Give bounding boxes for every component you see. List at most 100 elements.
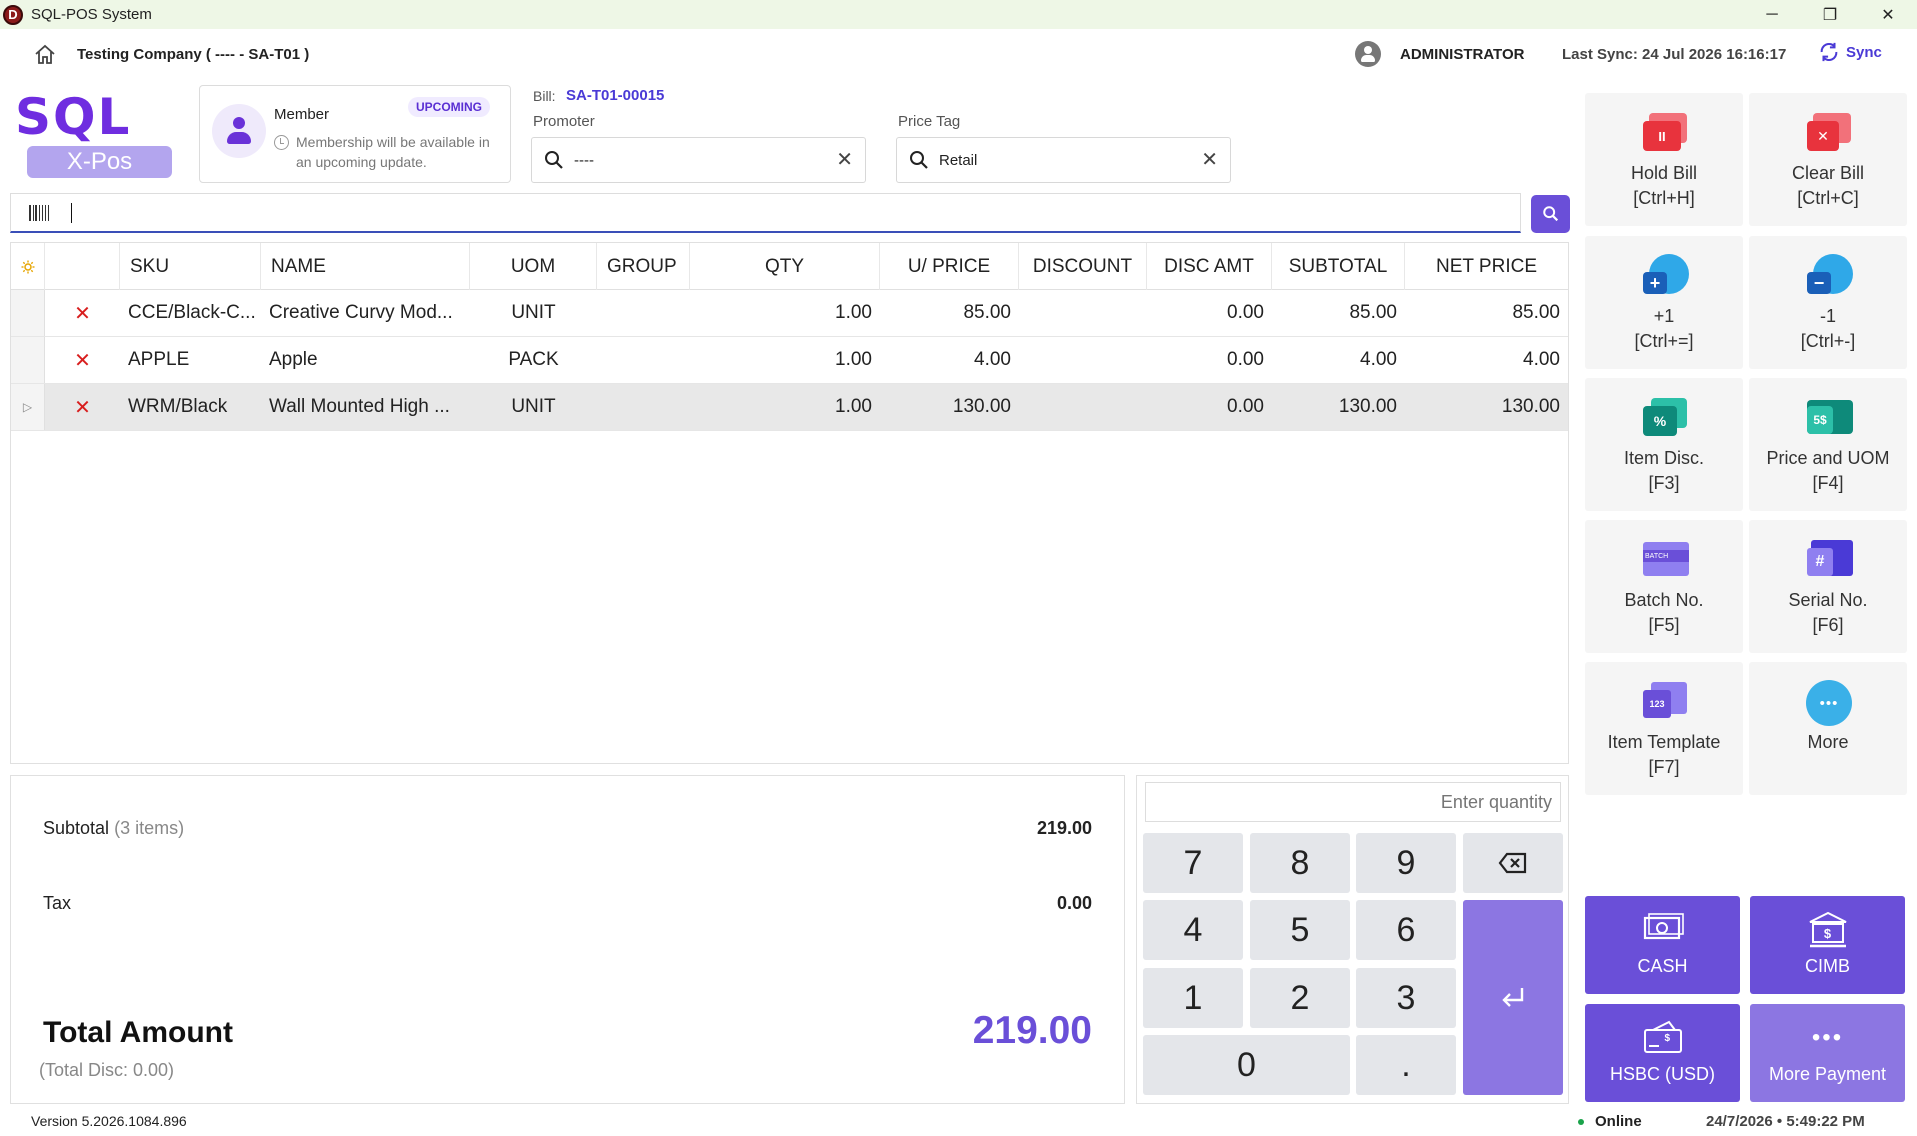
home-icon[interactable] xyxy=(33,43,57,67)
online-status-icon xyxy=(1578,1119,1584,1125)
pay-hsbc-usd-button[interactable]: $ HSBC (USD) xyxy=(1585,1004,1740,1102)
column-group[interactable]: GROUP xyxy=(597,243,690,290)
current-datetime: 24/7/2026 • 5:49:22 PM xyxy=(1706,1113,1865,1130)
version-text: Version 5.2026.1084.896 xyxy=(31,1113,187,1129)
price-tag-field[interactable]: Retail ✕ xyxy=(896,137,1231,183)
key-5[interactable]: 5 xyxy=(1250,900,1350,960)
hold-bill-label: Hold Bill [Ctrl+H] xyxy=(1630,163,1698,208)
cell-subtotal: 85.00 xyxy=(1349,302,1397,323)
delete-row-icon[interactable]: ✕ xyxy=(74,395,91,420)
table-row[interactable]: ✕ APPLE Apple PACK 1.00 4.00 0.00 4.00 4… xyxy=(11,337,1568,384)
clear-bill-label: Clear Bill [Ctrl+C] xyxy=(1791,163,1865,208)
price-uom-button[interactable]: 5$ Price and UOM [F4] xyxy=(1749,378,1907,511)
scan-search-button[interactable] xyxy=(1531,195,1570,233)
plus-one-button[interactable]: + +1 [Ctrl+=] xyxy=(1585,236,1743,369)
cell-group xyxy=(597,290,690,336)
sync-label: Sync xyxy=(1846,43,1882,61)
more-payment-button[interactable]: ••• More Payment xyxy=(1750,1004,1905,1102)
key-2[interactable]: 2 xyxy=(1250,968,1350,1028)
title-bar: D SQL-POS System ─ ❐ ✕ xyxy=(0,0,1917,29)
cell-uom: UNIT xyxy=(511,396,556,417)
user-name[interactable]: ADMINISTRATOR xyxy=(1400,46,1524,63)
cell-sku: APPLE xyxy=(128,349,190,370)
delete-row-icon[interactable]: ✕ xyxy=(74,301,91,326)
column-delete xyxy=(45,243,120,290)
price-uom-label: Price and UOM [F4] xyxy=(1766,448,1890,493)
pay-cimb-button[interactable]: $ CIMB xyxy=(1750,896,1905,994)
promoter-clear-icon[interactable]: ✕ xyxy=(836,150,853,170)
serial-no-button[interactable]: # Serial No. [F6] xyxy=(1749,520,1907,653)
minus-one-button[interactable]: − -1 [Ctrl+-] xyxy=(1749,236,1907,369)
column-settings-icon[interactable] xyxy=(11,243,45,290)
numpad: 7 8 9 4 5 6 1 2 3 0 . xyxy=(1136,775,1569,1104)
user-avatar[interactable] xyxy=(1355,41,1381,67)
row-selector[interactable]: ▷ xyxy=(11,384,45,430)
clear-bill-button[interactable]: ✕ Clear Bill [Ctrl+C] xyxy=(1749,93,1907,226)
window-title: SQL-POS System xyxy=(31,6,152,23)
price-tag-clear-icon[interactable]: ✕ xyxy=(1201,150,1218,170)
promoter-field[interactable]: ---- ✕ xyxy=(531,137,866,183)
subtotal-label: Subtotal (3 items) xyxy=(43,818,185,838)
cell-disc-amt: 0.00 xyxy=(1227,349,1264,370)
text-caret xyxy=(71,203,72,223)
column-qty[interactable]: QTY xyxy=(690,243,880,290)
member-title: Member xyxy=(274,106,330,123)
app-logo-icon: D xyxy=(3,4,23,25)
column-uom[interactable]: UOM xyxy=(470,243,597,290)
search-icon xyxy=(910,151,928,169)
last-sync-text: Last Sync: 24 Jul 2026 16:16:17 xyxy=(1562,46,1787,63)
backspace-key[interactable] xyxy=(1463,833,1563,893)
batch-no-label: Batch No. [F5] xyxy=(1624,590,1704,635)
sync-button[interactable]: Sync xyxy=(1818,41,1882,63)
table-row-selected[interactable]: ▷ ✕ WRM/Black Wall Mounted High ... UNIT… xyxy=(11,384,1568,431)
bank-icon: $ xyxy=(1806,910,1850,950)
pay-hsbc-usd-label: HSBC (USD) xyxy=(1609,1064,1715,1084)
column-discount[interactable]: DISCOUNT xyxy=(1019,243,1147,290)
key-0[interactable]: 0 xyxy=(1143,1035,1350,1095)
cell-disc-amt: 0.00 xyxy=(1227,396,1264,417)
key-6[interactable]: 6 xyxy=(1356,900,1456,960)
bill-label: Bill: xyxy=(533,88,556,104)
key-decimal[interactable]: . xyxy=(1356,1035,1456,1095)
cell-unit-price: 4.00 xyxy=(974,349,1011,370)
column-net-price[interactable]: NET PRICE xyxy=(1405,243,1568,290)
enter-key[interactable] xyxy=(1463,900,1563,1095)
item-template-label: Item Template [F7] xyxy=(1607,732,1721,777)
hold-bill-button[interactable]: II Hold Bill [Ctrl+H] xyxy=(1585,93,1743,226)
restore-button[interactable]: ❐ xyxy=(1801,0,1859,29)
key-9[interactable]: 9 xyxy=(1356,833,1456,893)
member-card[interactable]: Member UPCOMING Membership will be avail… xyxy=(199,85,511,183)
row-selector[interactable] xyxy=(11,290,45,336)
cell-group xyxy=(597,337,690,383)
table-header: SKU NAME UOM GROUP QTY U/ PRICE DISCOUNT… xyxy=(11,243,1568,290)
key-8[interactable]: 8 xyxy=(1250,833,1350,893)
key-1[interactable]: 1 xyxy=(1143,968,1243,1028)
table-row[interactable]: ✕ CCE/Black-C... Creative Curvy Mod... U… xyxy=(11,290,1568,337)
barcode-input[interactable] xyxy=(10,193,1521,233)
window-controls: ─ ❐ ✕ xyxy=(1743,0,1917,29)
column-unit-price[interactable]: U/ PRICE xyxy=(880,243,1019,290)
member-note: Membership will be available in an upcom… xyxy=(296,134,490,170)
batch-no-button[interactable]: BATCH Batch No. [F5] xyxy=(1585,520,1743,653)
column-name[interactable]: NAME xyxy=(261,243,470,290)
minimize-button[interactable]: ─ xyxy=(1743,0,1801,29)
item-discount-button[interactable]: % Item Disc. [F3] xyxy=(1585,378,1743,511)
column-subtotal[interactable]: SUBTOTAL xyxy=(1272,243,1405,290)
item-template-button[interactable]: 123 Item Template [F7] xyxy=(1585,662,1743,795)
cell-uom: PACK xyxy=(508,349,559,370)
column-sku[interactable]: SKU xyxy=(120,243,261,290)
plus-one-label: +1 [Ctrl+=] xyxy=(1634,306,1694,351)
total-discount: (Total Disc: 0.00) xyxy=(39,1060,175,1080)
cell-uom: UNIT xyxy=(511,302,556,323)
column-disc-amt[interactable]: DISC AMT xyxy=(1147,243,1272,290)
close-button[interactable]: ✕ xyxy=(1859,0,1917,29)
key-3[interactable]: 3 xyxy=(1356,968,1456,1028)
more-actions-button[interactable]: ••• More xyxy=(1749,662,1907,795)
row-selector[interactable] xyxy=(11,337,45,383)
quantity-input[interactable] xyxy=(1145,782,1561,822)
key-7[interactable]: 7 xyxy=(1143,833,1243,893)
cell-sku: WRM/Black xyxy=(128,396,228,417)
delete-row-icon[interactable]: ✕ xyxy=(74,348,91,373)
pay-cash-button[interactable]: CASH xyxy=(1585,896,1740,994)
key-4[interactable]: 4 xyxy=(1143,900,1243,960)
